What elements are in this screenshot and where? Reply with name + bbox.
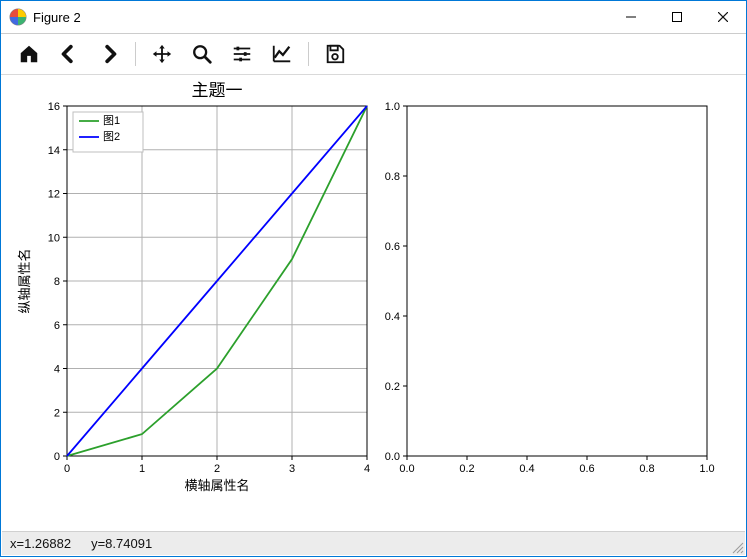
legend: 图1图2 bbox=[73, 112, 143, 152]
ytick-label: 0.8 bbox=[385, 171, 400, 183]
ytick-label: 2 bbox=[54, 407, 60, 419]
toolbar bbox=[1, 33, 746, 75]
y-axis-label: 纵轴属性名 bbox=[17, 248, 32, 313]
toolbar-separator bbox=[135, 42, 136, 66]
window-controls bbox=[608, 1, 746, 33]
toolbar-separator bbox=[308, 42, 309, 66]
xtick-label: 0.2 bbox=[459, 463, 474, 475]
plot-title: 主题一 bbox=[192, 81, 243, 100]
ytick-label: 1.0 bbox=[385, 101, 400, 113]
figure-canvas[interactable]: 012340246810121416主题一横轴属性名纵轴属性名图1图20.00.… bbox=[2, 76, 745, 531]
ytick-label: 10 bbox=[48, 232, 60, 244]
close-button[interactable] bbox=[700, 1, 746, 33]
ytick-label: 4 bbox=[54, 364, 60, 376]
titlebar: Figure 2 bbox=[1, 1, 746, 33]
app-icon bbox=[9, 8, 27, 26]
ytick-label: 0.6 bbox=[385, 241, 400, 253]
window-title: Figure 2 bbox=[33, 10, 81, 25]
axes-frame bbox=[407, 106, 707, 456]
xtick-label: 0.0 bbox=[399, 463, 414, 475]
legend-entry: 图1 bbox=[103, 114, 120, 127]
xtick-label: 3 bbox=[289, 463, 295, 475]
xtick-label: 0.8 bbox=[639, 463, 654, 475]
zoom-button[interactable] bbox=[185, 37, 219, 71]
plot-svg: 012340246810121416主题一横轴属性名纵轴属性名图1图20.00.… bbox=[2, 76, 745, 531]
xtick-label: 0 bbox=[64, 463, 70, 475]
ytick-label: 0.0 bbox=[385, 451, 400, 463]
ytick-label: 0.4 bbox=[385, 311, 400, 323]
edit-axis-button[interactable] bbox=[265, 37, 299, 71]
ytick-label: 14 bbox=[48, 145, 60, 157]
ytick-label: 0.2 bbox=[385, 381, 400, 393]
xtick-label: 2 bbox=[214, 463, 220, 475]
xtick-label: 0.6 bbox=[579, 463, 594, 475]
forward-button[interactable] bbox=[92, 37, 126, 71]
xtick-label: 1.0 bbox=[699, 463, 714, 475]
save-button[interactable] bbox=[318, 37, 352, 71]
maximize-button[interactable] bbox=[654, 1, 700, 33]
pan-button[interactable] bbox=[145, 37, 179, 71]
legend-entry: 图2 bbox=[103, 130, 120, 143]
ytick-label: 6 bbox=[54, 320, 60, 332]
ytick-label: 8 bbox=[54, 276, 60, 288]
back-button[interactable] bbox=[52, 37, 86, 71]
ytick-label: 0 bbox=[54, 451, 60, 463]
status-y: y=8.74091 bbox=[91, 536, 152, 551]
xtick-label: 0.4 bbox=[519, 463, 534, 475]
status-x: x=1.26882 bbox=[10, 536, 71, 551]
minimize-button[interactable] bbox=[608, 1, 654, 33]
ytick-label: 12 bbox=[48, 189, 60, 201]
ytick-label: 16 bbox=[48, 101, 60, 113]
home-button[interactable] bbox=[12, 37, 46, 71]
resize-grip-icon[interactable] bbox=[730, 540, 744, 554]
configure-subplots-button[interactable] bbox=[225, 37, 259, 71]
x-axis-label: 横轴属性名 bbox=[184, 478, 249, 493]
status-bar: x=1.26882 y=8.74091 bbox=[2, 531, 745, 555]
xtick-label: 4 bbox=[364, 463, 370, 475]
xtick-label: 1 bbox=[139, 463, 145, 475]
